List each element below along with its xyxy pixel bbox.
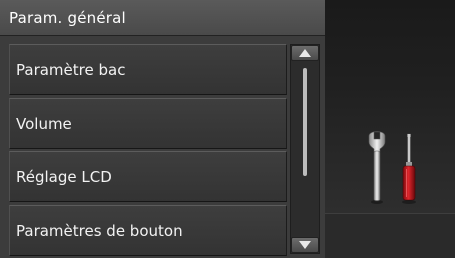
scroll-down-button[interactable] — [291, 237, 319, 253]
menu-item-reglage-lcd[interactable]: Réglage LCD — [9, 151, 287, 202]
illustration-floor — [325, 213, 455, 258]
menu-item-parametre-bac[interactable]: Paramètre bac — [9, 44, 287, 95]
menu-item-label: Volume — [16, 114, 72, 133]
illustration-panel — [325, 0, 455, 258]
triangle-up-icon — [299, 49, 311, 57]
scrollbar-thumb[interactable] — [303, 68, 307, 176]
menu-item-parametres-de-bouton[interactable]: Paramètres de bouton — [9, 205, 287, 256]
menu-item-label: Paramètre bac — [16, 60, 126, 79]
printer-lcd-screen: Param. général Paramètre bac Volume Régl… — [0, 0, 455, 258]
scroll-up-button[interactable] — [291, 45, 319, 61]
menu-item-volume[interactable]: Volume — [9, 98, 287, 149]
page-title: Param. général — [9, 8, 126, 27]
triangle-down-icon — [299, 241, 311, 249]
menu-item-label: Réglage LCD — [16, 167, 112, 186]
title-bar: Param. général — [0, 0, 325, 36]
menu-item-label: Paramètres de bouton — [16, 221, 183, 240]
screwdriver-icon — [402, 133, 416, 204]
